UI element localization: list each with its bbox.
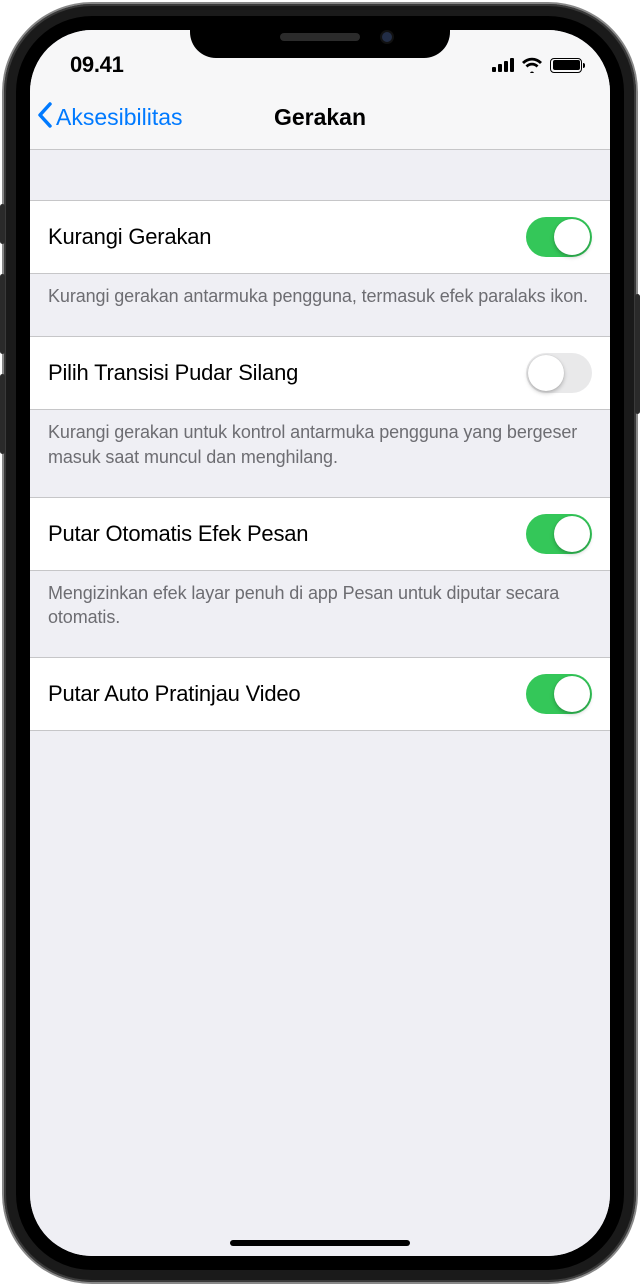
setting-footer: Kurangi gerakan antarmuka pengguna, term… [30, 274, 610, 336]
setting-row-autoplay-message-effects: Putar Otomatis Efek Pesan [30, 497, 610, 571]
page-title: Gerakan [274, 104, 366, 131]
toggle-autoplay-message-effects[interactable] [526, 514, 592, 554]
setting-label: Kurangi Gerakan [48, 224, 211, 250]
setting-row-reduce-motion: Kurangi Gerakan [30, 200, 610, 274]
setting-label: Putar Auto Pratinjau Video [48, 681, 300, 707]
toggle-reduce-motion[interactable] [526, 217, 592, 257]
back-label: Aksesibilitas [56, 104, 183, 131]
battery-icon [550, 58, 582, 73]
wifi-icon [521, 57, 543, 73]
setting-row-autoplay-video-previews: Putar Auto Pratinjau Video [30, 657, 610, 731]
setting-label: Pilih Transisi Pudar Silang [48, 360, 298, 386]
device-notch [190, 16, 450, 58]
status-time: 09.41 [70, 52, 124, 78]
setting-footer: Kurangi gerakan untuk kontrol antarmuka … [30, 410, 610, 497]
setting-label: Putar Otomatis Efek Pesan [48, 521, 308, 547]
front-camera [380, 30, 394, 44]
setting-footer: Mengizinkan efek layar penuh di app Pesa… [30, 571, 610, 658]
status-icons [492, 57, 582, 73]
nav-bar: Aksesibilitas Gerakan [30, 86, 610, 150]
chevron-left-icon [36, 101, 54, 135]
cellular-signal-icon [492, 58, 514, 72]
toggle-crossfade[interactable] [526, 353, 592, 393]
settings-content[interactable]: Kurangi Gerakan Kurangi gerakan antarmuk… [30, 150, 610, 1256]
home-indicator[interactable] [230, 1240, 410, 1246]
back-button[interactable]: Aksesibilitas [36, 101, 274, 135]
setting-row-crossfade: Pilih Transisi Pudar Silang [30, 336, 610, 410]
toggle-autoplay-video-previews[interactable] [526, 674, 592, 714]
speaker-grill [280, 33, 360, 41]
